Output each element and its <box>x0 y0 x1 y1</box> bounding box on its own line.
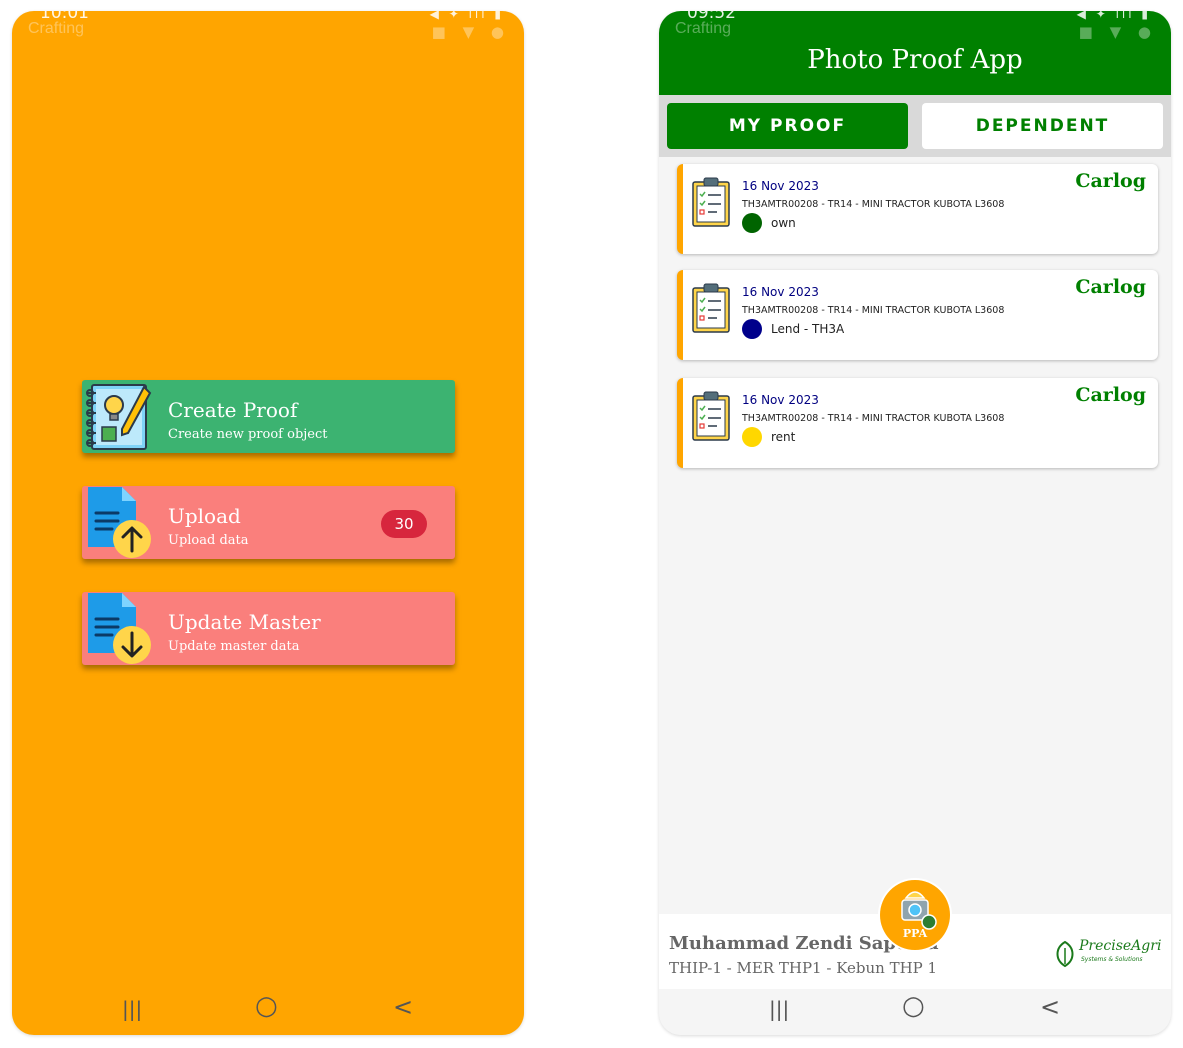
ppa-fab-button[interactable]: PPA <box>880 880 950 950</box>
proof-date: 16 Nov 2023 <box>742 285 819 299</box>
menu-subtitle: Create new proof object <box>168 427 328 442</box>
tab-my-proof[interactable]: MY PROOF <box>667 103 908 149</box>
status-bar: 09:52 Crafting ◀ ✦ ıll ▮ ■ ▼ ● <box>659 11 1171 41</box>
camera-worker-icon <box>901 891 937 930</box>
proof-status: Lend - TH3A <box>771 322 845 336</box>
right-phone-screen: 09:52 Crafting ◀ ✦ ıll ▮ ■ ▼ ● Photo Pro… <box>659 11 1171 1035</box>
upload-document-icon <box>88 487 151 558</box>
update-master-button[interactable]: Update Master Update master data <box>82 592 455 665</box>
recent-apps-button[interactable]: ||| <box>769 997 789 1021</box>
clipboard-checklist-icon <box>692 283 730 333</box>
home-button[interactable]: ○ <box>255 991 278 1021</box>
ghost-label: Crafting <box>28 20 85 37</box>
proof-card[interactable]: 16 Nov 2023 TH3AMTR00208 - TR14 - MINI T… <box>677 378 1158 468</box>
clipboard-checklist-icon <box>692 391 730 441</box>
proof-status: rent <box>771 430 796 444</box>
proof-date: 16 Nov 2023 <box>742 393 819 407</box>
fab-label: PPA <box>902 927 928 940</box>
proof-status: own <box>771 216 796 230</box>
upload-count-badge: 30 <box>381 510 427 538</box>
proof-tag: Carlog <box>1075 384 1146 406</box>
user-unit: THIP-1 - MER THP1 - Kebun THP 1 <box>669 959 938 977</box>
tab-dependent[interactable]: DEPENDENT <box>922 103 1163 149</box>
proof-description: TH3AMTR00208 - TR14 - MINI TRACTOR KUBOT… <box>742 305 1005 316</box>
system-navbar: ||| ○ < <box>659 989 1171 1035</box>
home-button[interactable]: ○ <box>902 991 925 1021</box>
status-dot <box>742 213 762 233</box>
back-button[interactable]: < <box>1040 993 1060 1021</box>
proof-card[interactable]: 16 Nov 2023 TH3AMTR00208 - TR14 - MINI T… <box>677 164 1158 254</box>
menu-subtitle: Upload data <box>168 533 249 548</box>
clipboard-checklist-icon <box>692 177 730 227</box>
status-dot <box>742 427 762 447</box>
menu-subtitle: Update master data <box>168 639 300 654</box>
create-proof-button[interactable]: Create Proof Create new proof object <box>82 380 455 453</box>
menu-title: Create Proof <box>168 398 298 422</box>
logo-tagline: Systems & Solutions <box>1081 956 1143 963</box>
ghost-status-icons: ■ ▼ ● <box>1078 23 1157 41</box>
ghost-status-icons: ■ ▼ ● <box>431 23 510 41</box>
recent-apps-button[interactable]: ||| <box>122 997 142 1021</box>
status-icons: ◀ ✦ ıll ▮ <box>429 11 504 21</box>
proof-tag: Carlog <box>1075 276 1146 298</box>
preciseagri-logo: PreciseAgri Systems & Solutions <box>1053 938 1161 968</box>
notebook-lightbulb-icon <box>86 384 152 450</box>
app-bar: 09:52 Crafting ◀ ✦ ıll ▮ ■ ▼ ● Photo Pro… <box>659 11 1171 95</box>
proof-date: 16 Nov 2023 <box>742 179 819 193</box>
proof-card[interactable]: 16 Nov 2023 TH3AMTR00208 - TR14 - MINI T… <box>677 270 1158 360</box>
tab-strip: MY PROOF DEPENDENT <box>659 95 1171 157</box>
app-title: Photo Proof App <box>807 45 1023 75</box>
ghost-label: Crafting <box>675 20 732 37</box>
menu-title: Update Master <box>168 610 321 634</box>
proof-description: TH3AMTR00208 - TR14 - MINI TRACTOR KUBOT… <box>742 413 1005 424</box>
leaf-icon <box>1056 940 1074 968</box>
back-button[interactable]: < <box>393 993 413 1021</box>
proof-description: TH3AMTR00208 - TR14 - MINI TRACTOR KUBOT… <box>742 199 1005 210</box>
status-bar: 10:01 Crafting ◀ ✦ ıll ▮ ■ ▼ ● <box>12 11 524 41</box>
proof-tag: Carlog <box>1075 170 1146 192</box>
menu-title: Upload <box>168 504 241 528</box>
status-icons: ◀ ✦ ıll ▮ <box>1076 11 1151 21</box>
download-document-icon <box>88 593 151 664</box>
upload-button[interactable]: Upload Upload data 30 <box>82 486 455 559</box>
system-navbar: ||| ○ < <box>12 989 524 1035</box>
left-phone-screen: 10:01 Crafting ◀ ✦ ıll ▮ ■ ▼ ● Create Pr… <box>12 11 524 1035</box>
logo-brand: PreciseAgri <box>1079 938 1162 954</box>
status-dot <box>742 319 762 339</box>
